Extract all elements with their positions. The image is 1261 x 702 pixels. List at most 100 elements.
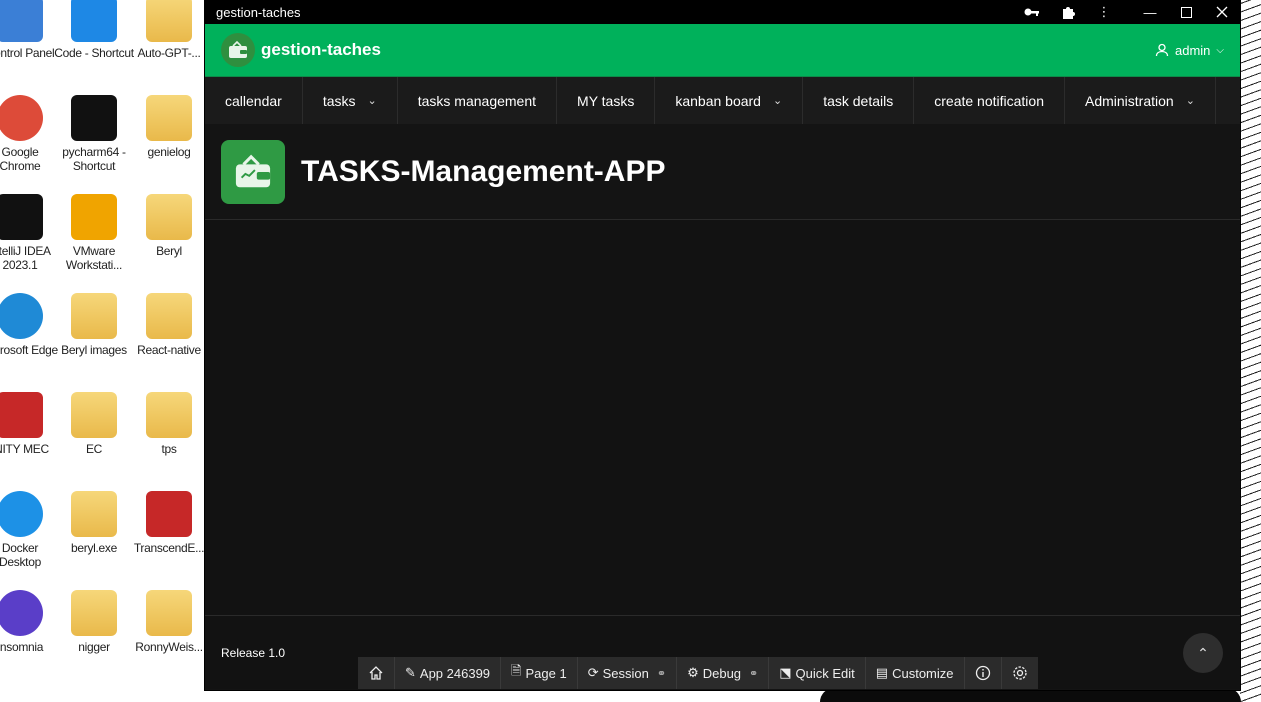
edge-icon <box>0 293 43 339</box>
app-logo-icon[interactable] <box>221 33 255 67</box>
desktop-icon[interactable]: React-native <box>133 293 205 357</box>
folder-icon <box>71 491 117 537</box>
desktop-icon[interactable]: Insomnia <box>0 590 56 654</box>
nav-item-label: kanban board <box>675 92 761 109</box>
desktop-icon-label: Code - Shortcut <box>54 46 134 60</box>
customize-button[interactable]: ▤ Customize <box>866 657 965 689</box>
more-menu-icon[interactable]: ⋮ <box>1086 0 1122 24</box>
user-menu[interactable]: admin ⌵ <box>1155 43 1224 58</box>
chevron-up-icon: ⌃ <box>1197 644 1209 661</box>
desktop-icon[interactable]: RonnyWeis... <box>133 590 205 654</box>
hero-section: TASKS-Management-APP <box>205 124 1240 220</box>
desktop-icon-label: Insomnia <box>0 640 44 654</box>
folder-icon <box>146 95 192 141</box>
desktop-icon-label: TranscendE... <box>133 541 205 555</box>
desktop-icon-label: Microsoft Edge <box>0 343 58 357</box>
session-label: Session <box>602 665 649 681</box>
nav-item-label: create notification <box>934 92 1044 109</box>
folder-icon <box>71 293 117 339</box>
nav-item-label: Administration <box>1084 92 1174 109</box>
cursor-select-icon: ⬔ <box>779 665 792 680</box>
debug-label: Debug <box>702 665 742 681</box>
nav-item-label: tasks management <box>417 92 537 109</box>
desktop-icon[interactable]: Beryl <box>133 194 205 258</box>
page-label: Page 1 <box>525 665 567 681</box>
desktop-icon[interactable]: Auto-GPT-... <box>133 0 205 60</box>
session-button[interactable]: ⟳ Session ⚭ <box>578 657 678 689</box>
desktop-icon[interactable]: Code - Shortcut <box>54 0 134 60</box>
app-label: App 246399 <box>419 665 491 681</box>
desktop-icon[interactable]: beryl.exe <box>58 491 130 555</box>
vmware-icon <box>71 194 117 240</box>
folder-icon <box>146 392 192 438</box>
nav-item-task-details[interactable]: task details <box>803 77 915 124</box>
extensions-icon[interactable] <box>1050 0 1086 24</box>
file-icon <box>0 392 43 438</box>
desktop-icon[interactable]: VMware Workstati... <box>58 194 130 272</box>
bug-icon: ⚙ <box>687 665 699 680</box>
insomnia-icon <box>0 590 43 636</box>
minimize-icon[interactable]: — <box>1132 0 1168 24</box>
desktop-icon[interactable]: Beryl images <box>58 293 130 357</box>
desktop-icon[interactable]: Google Chrome <box>0 95 56 173</box>
desktop-icon-label: Docker Desktop <box>0 541 41 569</box>
desktop-icon-label: Auto-GPT-... <box>137 46 201 60</box>
app-logo-large-icon <box>221 139 285 204</box>
desktop-icon-label: Google Chrome <box>0 145 41 173</box>
gear-icon <box>1012 666 1027 680</box>
desktop-icon-label: genielog <box>147 145 191 159</box>
desktop-icon[interactable]: pycharm64 - Shortcut <box>58 95 130 173</box>
desktop-icon[interactable]: genielog <box>133 95 205 159</box>
nav-item-tasks-management[interactable]: tasks management <box>398 77 558 124</box>
desktop-wallpaper-bottom <box>820 688 1241 702</box>
desktop-icon[interactable]: TranscendE... <box>133 491 205 555</box>
window-titlebar: gestion-taches ⋮ — <box>205 0 1240 24</box>
desktop-icon[interactable]: EC <box>58 392 130 456</box>
nav-item-kanban-board[interactable]: kanban board ⌄ <box>655 77 804 124</box>
home-button[interactable] <box>358 657 395 689</box>
nav-item-label: MY tasks <box>577 92 635 109</box>
desktop-icon-label: IntelliJ IDEA 2023.1 <box>0 244 51 272</box>
app-button[interactable]: ✎ App 246399 <box>395 657 502 689</box>
user-name: admin <box>1174 42 1211 58</box>
maximize-icon[interactable] <box>1168 0 1204 24</box>
desktop-icon[interactable]: IntelliJ IDEA 2023.1 <box>0 194 56 272</box>
desktop-icon-label: React-native <box>137 343 201 357</box>
folder-icon <box>146 293 192 339</box>
desktop-icon-label: beryl.exe <box>71 541 117 555</box>
edit-icon: ✎ <box>405 665 416 680</box>
desktop-icon-label: tps <box>161 442 177 456</box>
quick-edit-label: Quick Edit <box>795 665 855 681</box>
desktop-icon[interactable]: INITY MEC <box>0 392 56 456</box>
info-icon <box>975 665 990 681</box>
main-content <box>205 220 1240 616</box>
close-icon[interactable] <box>1204 0 1240 24</box>
desktop-icon[interactable]: tps <box>133 392 205 456</box>
key-icon[interactable] <box>1014 0 1050 24</box>
developer-toolbar: ✎ App 246399 🗎 Page 1 ⟳ Session ⚭ ⚙ Debu… <box>358 657 1038 689</box>
nav-item-tasks[interactable]: tasks ⌄ <box>303 77 398 124</box>
scroll-to-top-button[interactable]: ⌃ <box>1183 633 1223 673</box>
nav-item-my-tasks[interactable]: MY tasks <box>557 77 656 124</box>
debug-button[interactable]: ⚙ Debug ⚭ <box>677 657 770 689</box>
chevron-down-icon: ⌵ <box>1216 44 1224 56</box>
settings-button[interactable] <box>1002 657 1038 689</box>
info-button[interactable] <box>965 657 1002 689</box>
nav-item-callendar[interactable]: callendar <box>205 77 303 124</box>
desktop-icon[interactable]: Microsoft Edge <box>0 293 58 357</box>
desktop-icon-label: Beryl images <box>61 343 127 357</box>
desktop-icon-label: Beryl <box>156 244 182 258</box>
page-edit-icon: 🗎 <box>511 663 522 678</box>
nav-item-create-notification[interactable]: create notification <box>914 77 1065 124</box>
desktop-wallpaper-edge <box>1240 0 1261 702</box>
app-name[interactable]: gestion-taches <box>261 40 1155 60</box>
desktop-icon-label: VMware Workstati... <box>65 244 123 272</box>
intellij-icon <box>0 194 43 240</box>
desktop: Control PanelCode - ShortcutAuto-GPT-...… <box>0 0 205 702</box>
quick-edit-button[interactable]: ⬔ Quick Edit <box>769 657 866 689</box>
page-button[interactable]: 🗎 Page 1 <box>501 657 578 689</box>
desktop-icon[interactable]: nigger <box>58 590 130 654</box>
desktop-icon[interactable]: Docker Desktop <box>0 491 56 569</box>
desktop-icon[interactable]: Control Panel <box>0 0 56 60</box>
nav-item-administration[interactable]: Administration ⌄ <box>1065 77 1216 124</box>
